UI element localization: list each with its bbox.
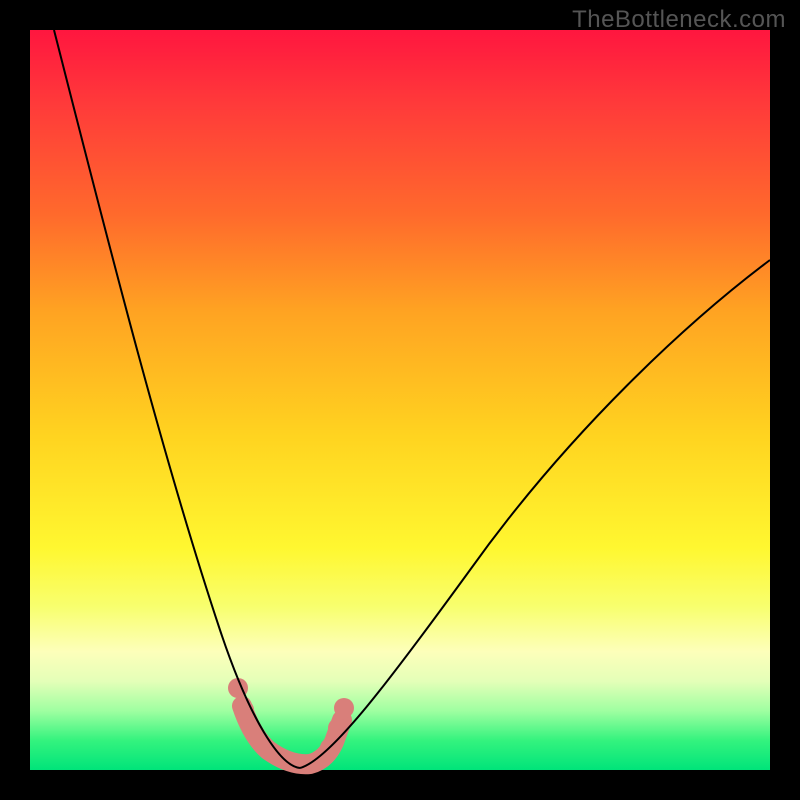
watermark-text: TheBottleneck.com <box>572 6 786 34</box>
right-curve <box>300 260 770 768</box>
band-marker-dot <box>334 698 354 718</box>
chart-container: TheBottleneck.com <box>0 0 800 800</box>
left-curve <box>54 30 300 768</box>
band-marker-dot <box>328 718 348 738</box>
curve-overlay <box>30 30 770 770</box>
